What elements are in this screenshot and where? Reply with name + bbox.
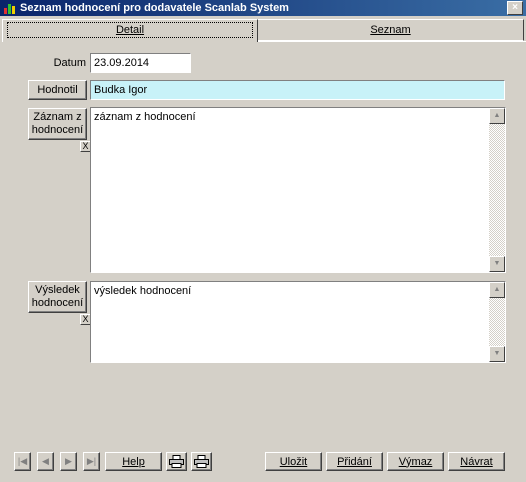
printer-icon — [194, 455, 209, 468]
zaznam-textarea[interactable]: záznam z hodnocení ▲ ▼ — [90, 107, 506, 273]
vysledek-button-line1: Výsledek — [35, 284, 80, 296]
last-record-icon: ▶| — [86, 456, 97, 466]
print-preview-button[interactable] — [191, 452, 212, 471]
first-record-button[interactable]: |◀ — [14, 452, 31, 471]
tab-divider — [258, 41, 526, 42]
tab-seznam[interactable]: Seznam — [258, 19, 524, 41]
hodnotil-input[interactable]: Budka Igor — [90, 80, 505, 100]
zaznam-button[interactable]: Záznam z hodnocení — [28, 108, 87, 140]
printer-icon — [169, 455, 184, 468]
back-button[interactable]: Návrat — [448, 452, 505, 471]
save-button-label: Uložit — [279, 455, 308, 468]
app-icon — [4, 4, 15, 14]
tab-seznam-label: Seznam — [370, 24, 411, 36]
tab-detail[interactable]: Detail — [2, 19, 258, 42]
print-button[interactable] — [166, 452, 187, 471]
window-title: Seznam hodnocení pro dodavatele Scanlab … — [20, 2, 289, 14]
scroll-up-icon[interactable]: ▲ — [489, 108, 505, 124]
vysledek-button-line2: hodnocení — [31, 297, 84, 309]
hodnotil-button[interactable]: Hodnotil — [28, 80, 87, 100]
save-button[interactable]: Uložit — [265, 452, 322, 471]
vysledek-textarea[interactable]: výsledek hodnocení ▲ ▼ — [90, 281, 506, 363]
datum-label: Datum — [53, 57, 86, 69]
add-button-label: Přidání — [337, 455, 372, 468]
vysledek-scrollbar[interactable]: ▲ ▼ — [489, 282, 505, 362]
scroll-down-icon[interactable]: ▼ — [489, 346, 505, 362]
last-record-button[interactable]: ▶| — [83, 452, 100, 471]
datum-input[interactable]: 23.09.2014 — [90, 53, 191, 73]
zaznam-button-line1: Záznam z — [33, 111, 82, 123]
title-bar: Seznam hodnocení pro dodavatele Scanlab … — [0, 0, 526, 16]
zaznam-scrollbar[interactable]: ▲ ▼ — [489, 108, 505, 272]
close-button[interactable]: × — [507, 1, 523, 15]
tab-detail-label: Detail — [115, 24, 145, 36]
scroll-down-icon[interactable]: ▼ — [489, 256, 505, 272]
add-button[interactable]: Přidání — [326, 452, 383, 471]
delete-button-label: Výmaz — [398, 455, 433, 468]
zaznam-button-line2: hodnocení — [31, 124, 84, 136]
first-record-icon: |◀ — [17, 456, 28, 466]
back-button-label: Návrat — [460, 455, 493, 468]
scroll-up-icon[interactable]: ▲ — [489, 282, 505, 298]
prev-record-button[interactable]: ◀ — [37, 452, 54, 471]
vysledek-text: výsledek hodnocení — [94, 285, 192, 297]
prev-record-icon: ◀ — [42, 456, 49, 466]
next-record-button[interactable]: ▶ — [60, 452, 77, 471]
zaznam-text: záznam z hodnocení — [94, 111, 196, 123]
help-button-label: Help — [122, 455, 145, 468]
help-button[interactable]: Help — [105, 452, 162, 471]
vysledek-button[interactable]: Výsledek hodnocení — [28, 281, 87, 313]
hodnotil-button-label: Hodnotil — [37, 84, 78, 96]
delete-button[interactable]: Výmaz — [387, 452, 444, 471]
next-record-icon: ▶ — [65, 456, 72, 466]
